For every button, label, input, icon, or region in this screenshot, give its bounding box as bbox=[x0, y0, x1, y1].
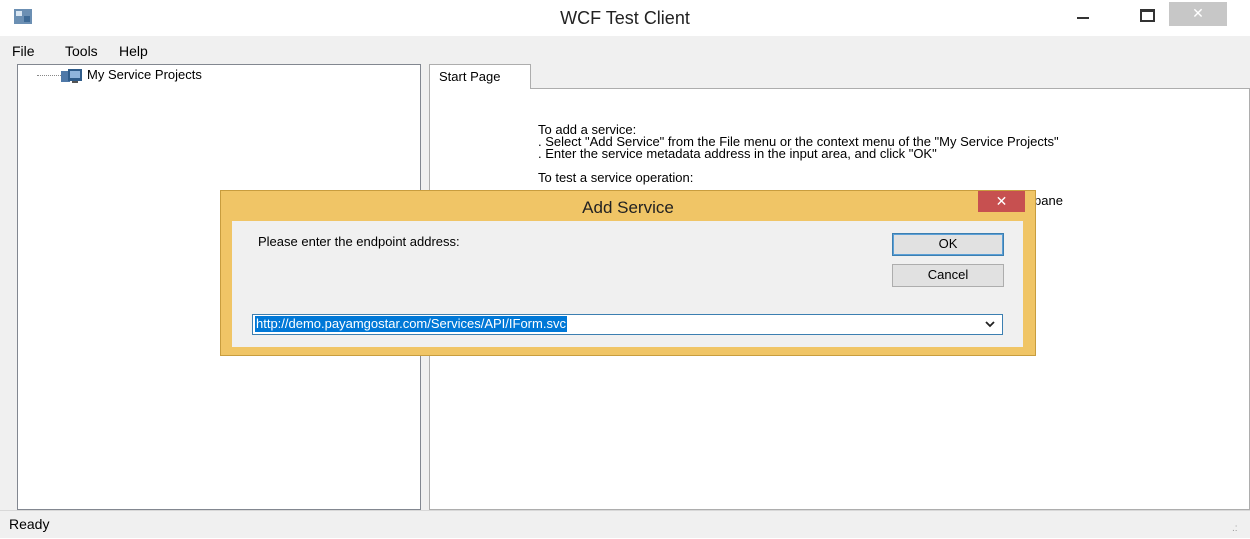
endpoint-address-value[interactable]: http://demo.payamgostar.com/Services/API… bbox=[255, 316, 567, 332]
endpoint-address-combobox[interactable]: http://demo.payamgostar.com/Services/API… bbox=[252, 314, 1003, 335]
dialog-body: Please enter the endpoint address: OK Ca… bbox=[232, 221, 1023, 347]
ok-button[interactable]: OK bbox=[892, 233, 1004, 256]
menu-tools[interactable]: Tools bbox=[65, 43, 98, 59]
tree-root-my-service-projects[interactable]: My Service Projects bbox=[87, 67, 202, 82]
menu-bar: File Tools Help bbox=[0, 40, 1250, 62]
instruction-heading-test: To test a service operation: bbox=[538, 170, 694, 185]
menu-help[interactable]: Help bbox=[119, 43, 148, 59]
dialog-title: Add Service bbox=[582, 198, 674, 217]
tree-connector bbox=[37, 75, 61, 76]
instruction-line: . Enter the service metadata address in … bbox=[538, 146, 937, 161]
chevron-down-icon[interactable] bbox=[984, 318, 996, 330]
minimize-icon[interactable] bbox=[1072, 4, 1094, 26]
instruction-partial-text: pane bbox=[1034, 193, 1063, 208]
cancel-button[interactable]: Cancel bbox=[892, 264, 1004, 287]
title-bar: WCF Test Client ✕ bbox=[0, 0, 1250, 36]
status-bar: Ready .: bbox=[0, 510, 1250, 539]
endpoint-prompt-label: Please enter the endpoint address: bbox=[258, 234, 460, 249]
close-icon[interactable]: ✕ bbox=[1169, 2, 1227, 26]
resize-grip-icon[interactable]: .: bbox=[1232, 523, 1238, 534]
tab-label: Start Page bbox=[439, 69, 501, 84]
maximize-icon[interactable] bbox=[1133, 4, 1159, 26]
add-service-dialog: Add Service ✕ Please enter the endpoint … bbox=[220, 190, 1036, 356]
close-icon[interactable]: ✕ bbox=[978, 191, 1025, 212]
window-title: WCF Test Client bbox=[560, 8, 690, 28]
menu-file[interactable]: File bbox=[12, 43, 35, 59]
tab-start-page[interactable]: Start Page bbox=[429, 64, 531, 89]
service-projects-icon bbox=[61, 69, 82, 83]
status-text: Ready bbox=[9, 516, 50, 532]
start-page-instructions: To add a service: . Select "Add Service"… bbox=[538, 123, 1238, 185]
